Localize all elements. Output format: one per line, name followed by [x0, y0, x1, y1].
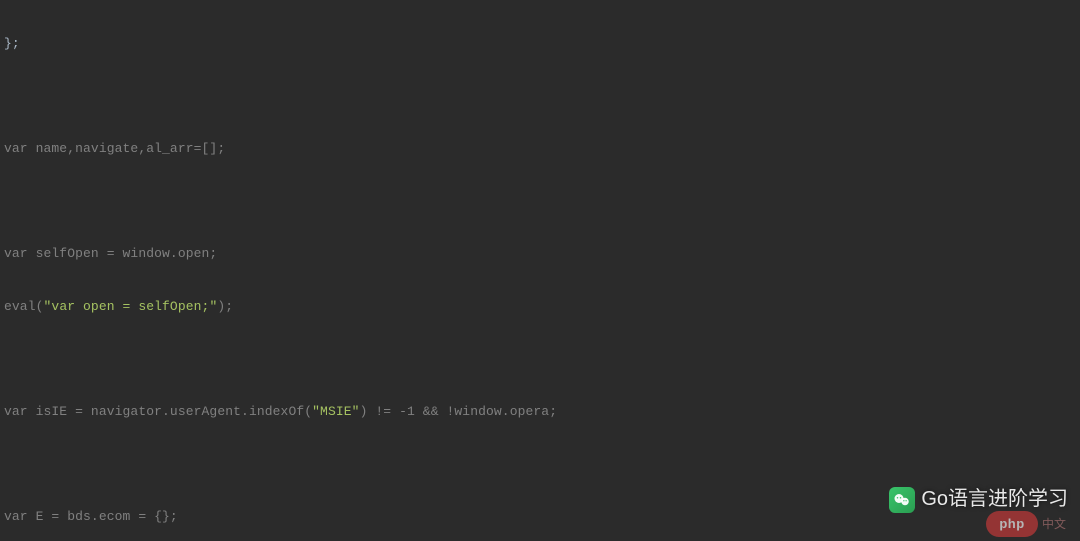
code-line — [4, 351, 1080, 369]
code-line — [4, 456, 1080, 474]
code-text: }; — [4, 36, 20, 51]
code-text: var name,navigate,al_arr=[]; — [4, 141, 225, 156]
php-badge: php 中文 — [986, 511, 1066, 537]
code-text: eval("var open = selfOpen;"); — [4, 299, 233, 314]
php-badge-tail: 中文 — [1042, 516, 1066, 532]
code-text: var selfOpen = window.open; — [4, 246, 217, 261]
wechat-watermark: Go语言进阶学习 — [889, 486, 1068, 513]
code-line: var name,navigate,al_arr=[]; — [4, 140, 1080, 158]
chat-bubble-icon — [893, 491, 911, 509]
code-line: eval("var open = selfOpen;"); — [4, 298, 1080, 316]
watermark-text: Go语言进阶学习 — [921, 486, 1068, 513]
php-badge-main: php — [986, 511, 1038, 537]
code-area: }; var name,navigate,al_arr=[]; var self… — [0, 0, 1080, 541]
code-line: var selfOpen = window.open; — [4, 245, 1080, 263]
code-line: }; — [4, 35, 1080, 53]
code-text: var E = bds.ecom = {}; — [4, 509, 178, 524]
wechat-icon — [889, 487, 915, 513]
code-line — [4, 193, 1080, 211]
code-line: var isIE = navigator.userAgent.indexOf("… — [4, 403, 1080, 421]
code-line — [4, 88, 1080, 106]
code-text: var isIE = navigator.userAgent.indexOf("… — [4, 404, 557, 419]
editor-window: }; var name,navigate,al_arr=[]; var self… — [0, 0, 1080, 541]
